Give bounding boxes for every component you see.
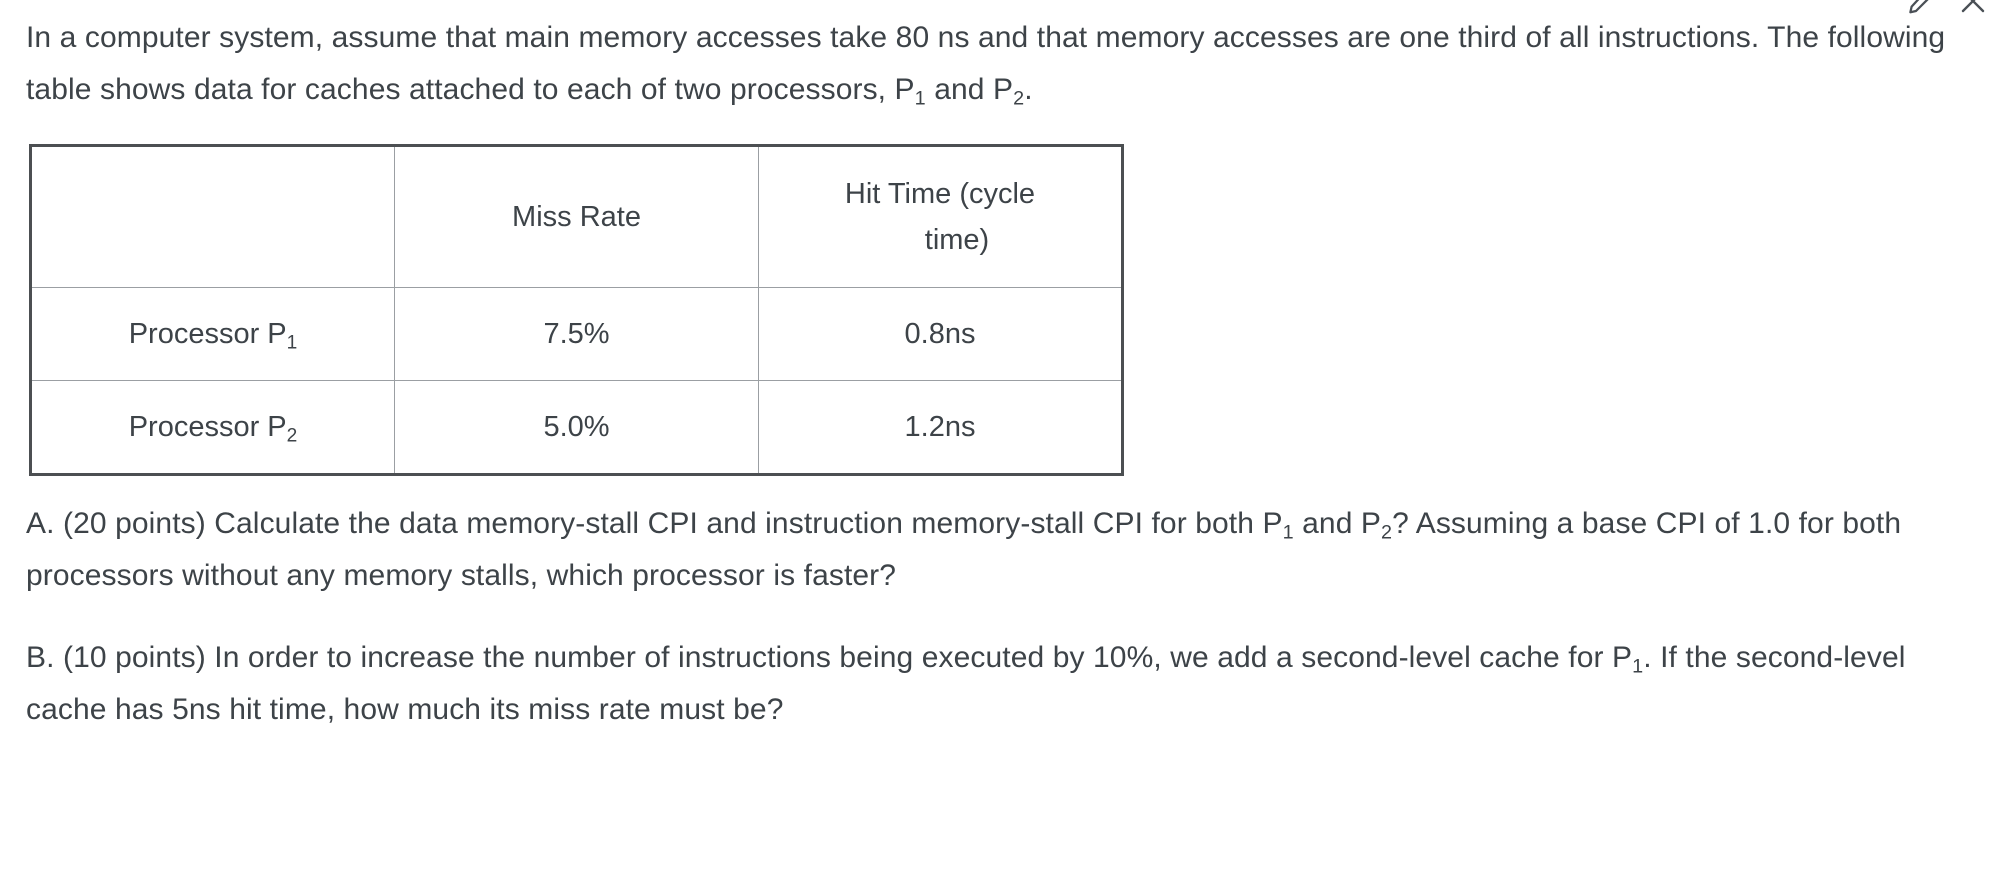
spacer-between-parts [26, 602, 1980, 632]
intro-text-part-3: . [1024, 73, 1033, 106]
part-b-subscript-1: 1 [1632, 655, 1644, 678]
hit-time-line-1: Hit Time (cycle [844, 178, 1036, 210]
hit-time-line-2: time) [924, 224, 990, 256]
part-a-subscript-2: 2 [1381, 521, 1393, 544]
part-a-subscript-1: 1 [1282, 521, 1294, 544]
table-header-row: Miss Rate Hit Time (cycle time) [30, 145, 1123, 288]
processor-label-text: Processor P [128, 411, 287, 443]
table-header-corner-cell [30, 145, 395, 288]
table-cell-processor-label: Processor P1 [30, 287, 395, 381]
question-part-a: A. (20 points) Calculate the data memory… [26, 498, 1980, 602]
close-x-icon[interactable] [1956, 0, 1990, 18]
processor-label-subscript: 1 [286, 332, 298, 354]
part-b-text-1: B. (10 points) In order to increase the … [26, 641, 1633, 674]
spacer-after-table [26, 476, 1980, 498]
table-row: Processor P2 5.0% 1.2ns [30, 380, 1123, 475]
processor-label-text: Processor P [128, 318, 287, 350]
cache-table-container: Miss Rate Hit Time (cycle time) Processo… [26, 144, 1980, 476]
cache-data-table: Miss Rate Hit Time (cycle time) Processo… [29, 144, 1124, 476]
intro-text-part-2: and P [925, 73, 1014, 106]
part-a-text-2: and P [1293, 507, 1382, 540]
pencil-edit-icon[interactable] [1904, 0, 1938, 18]
spacer-after-intro [26, 116, 1980, 144]
processor-label-subscript: 2 [286, 425, 298, 447]
table-row: Processor P1 7.5% 0.8ns [30, 287, 1123, 381]
question-page: In a computer system, assume that main m… [0, 0, 2006, 890]
part-a-text-1: A. (20 points) Calculate the data memory… [26, 507, 1283, 540]
intro-paragraph: In a computer system, assume that main m… [26, 0, 1980, 116]
corner-tools [1904, 0, 1990, 18]
table-header-miss-rate: Miss Rate [394, 145, 759, 288]
table-cell-hit-time: 0.8ns [758, 287, 1123, 381]
intro-subscript-1: 1 [914, 87, 926, 110]
table-cell-miss-rate: 7.5% [394, 287, 759, 381]
table-cell-processor-label: Processor P2 [30, 380, 395, 475]
intro-subscript-2: 2 [1013, 87, 1025, 110]
table-cell-miss-rate: 5.0% [394, 380, 759, 475]
table-cell-hit-time: 1.2ns [758, 380, 1123, 475]
table-header-hit-time: Hit Time (cycle time) [758, 145, 1123, 288]
question-part-b: B. (10 points) In order to increase the … [26, 632, 1980, 736]
